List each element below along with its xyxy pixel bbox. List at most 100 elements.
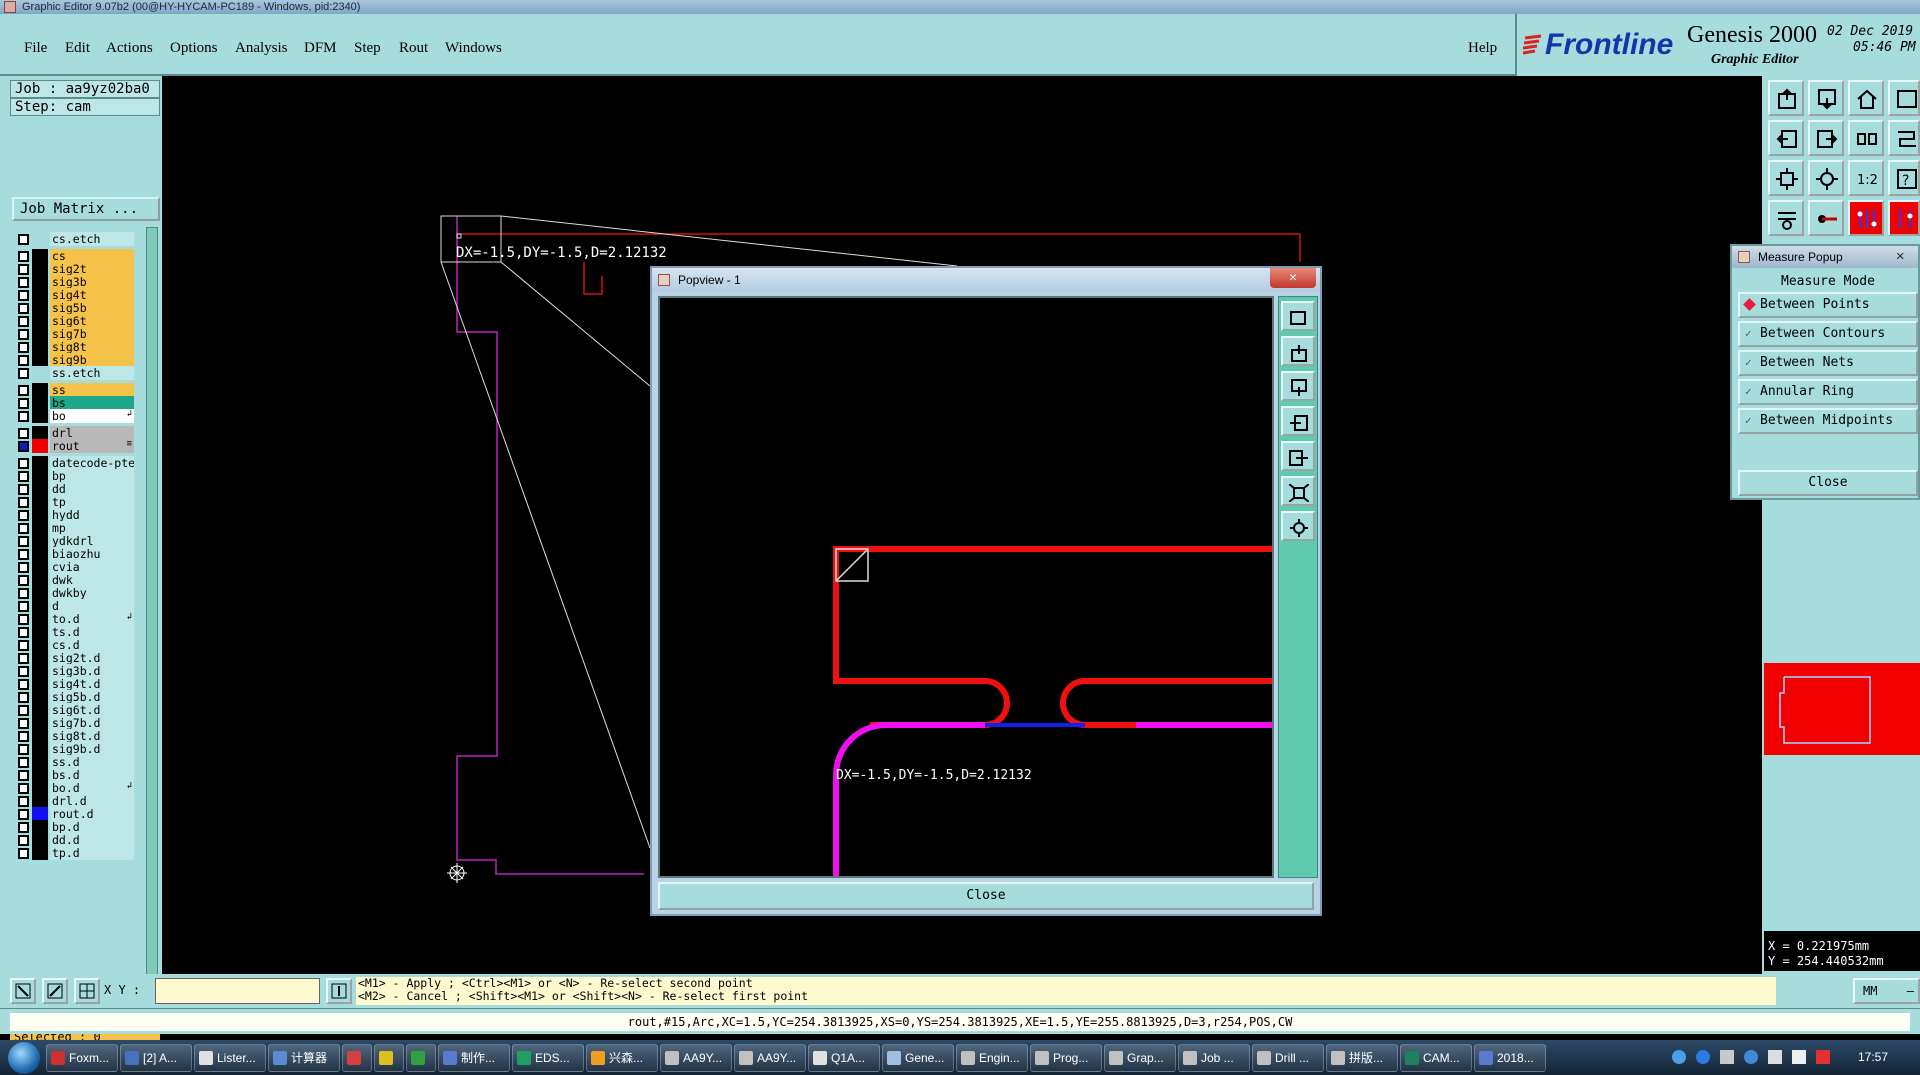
layer-row[interactable]: sig7b (14, 327, 134, 341)
menu-edit[interactable]: Edit (65, 40, 90, 57)
layer-checkbox[interactable] (18, 497, 29, 508)
layer-checkbox[interactable] (18, 653, 29, 664)
layer-checkbox[interactable] (18, 562, 29, 573)
layer-checkbox[interactable] (18, 368, 29, 379)
taskbar-button[interactable]: Engin... (956, 1044, 1028, 1072)
layer-checkbox[interactable] (18, 510, 29, 521)
taskbar-button[interactable]: Drill ... (1252, 1044, 1324, 1072)
tray-icon[interactable] (1720, 1050, 1734, 1064)
layer-row[interactable]: ts.d (14, 625, 134, 639)
menu-step[interactable]: Step (354, 40, 381, 57)
layer-row[interactable]: sig4t (14, 288, 134, 302)
layer-checkbox[interactable] (18, 575, 29, 586)
battery-icon[interactable] (1768, 1050, 1782, 1064)
layer-row[interactable]: sig6t.d (14, 703, 134, 717)
taskbar-button[interactable]: 兴森... (586, 1044, 658, 1072)
layer-checkbox[interactable] (18, 290, 29, 301)
taskbar-button[interactable]: 计算器 (268, 1044, 340, 1072)
grid-tool-button[interactable] (74, 978, 100, 1004)
layer-row[interactable]: drl (14, 426, 134, 440)
layer-row[interactable]: dd (14, 482, 134, 496)
layer-list-scrollbar[interactable] (146, 227, 158, 1024)
taskbar-button[interactable]: 2018... (1474, 1044, 1546, 1072)
layer-checkbox[interactable] (18, 601, 29, 612)
select-tool-button[interactable] (10, 978, 36, 1004)
layer-row[interactable]: bs (14, 396, 134, 410)
text-cursor-button[interactable] (326, 978, 352, 1004)
layer-checkbox[interactable] (18, 277, 29, 288)
popview-close-x-button[interactable]: ✕ (1270, 268, 1316, 288)
layer-row[interactable]: sig9b (14, 353, 134, 367)
layer-checkbox[interactable] (18, 666, 29, 677)
layer-row[interactable]: bp.d (14, 820, 134, 834)
taskbar-button[interactable] (342, 1044, 372, 1072)
layer-row[interactable]: sig4t.d (14, 677, 134, 691)
layer-row[interactable]: sig8t (14, 340, 134, 354)
taskbar-button[interactable]: Q1A... (808, 1044, 880, 1072)
pan-right-button[interactable] (1808, 120, 1844, 156)
layer-row[interactable]: dd.d (14, 833, 134, 847)
menu-windows[interactable]: Windows (445, 40, 502, 57)
layer-row[interactable]: tp.d (14, 846, 134, 860)
volume-icon[interactable] (1792, 1050, 1806, 1064)
fit-button[interactable] (1768, 160, 1804, 196)
taskbar-button[interactable] (406, 1044, 436, 1072)
taskbar-button[interactable]: CAM... (1400, 1044, 1472, 1072)
layer-row[interactable]: ydkdrl (14, 534, 134, 548)
taskbar-button[interactable]: Gene... (882, 1044, 954, 1072)
draw-tool-button[interactable] (42, 978, 68, 1004)
help-button[interactable]: ? (1888, 160, 1920, 196)
popview-center-button[interactable] (1281, 511, 1315, 541)
overview-thumbnail[interactable] (1764, 663, 1920, 755)
layer-checkbox[interactable] (18, 731, 29, 742)
layer-checkbox[interactable] (18, 822, 29, 833)
layer-row[interactable]: datecode-pte (14, 456, 134, 470)
popview-pan-right-button[interactable] (1281, 441, 1315, 471)
menu-actions[interactable]: Actions (106, 40, 153, 57)
layer-checkbox[interactable] (18, 329, 29, 340)
measure-popup-title[interactable]: Measure Popup (1732, 246, 1918, 268)
layer-row[interactable]: rout ≡ (14, 439, 134, 453)
menu-analysis[interactable]: Analysis (235, 40, 288, 57)
layer-checkbox[interactable] (18, 679, 29, 690)
taskbar-button[interactable]: EDS... (512, 1044, 584, 1072)
layer-row[interactable]: dwkby (14, 586, 134, 600)
layer-row[interactable]: sig2t (14, 262, 134, 276)
layer-row[interactable]: bp (14, 469, 134, 483)
layer-checkbox[interactable] (18, 398, 29, 409)
layer-row[interactable]: cvia (14, 560, 134, 574)
layer-checkbox[interactable] (18, 848, 29, 859)
net-tool-button[interactable] (1848, 200, 1884, 236)
taskbar-button[interactable]: AA9Y... (734, 1044, 806, 1072)
input-method-icon[interactable] (1816, 1050, 1830, 1064)
layer-row[interactable]: ss.d (14, 755, 134, 769)
layer-checkbox[interactable] (18, 264, 29, 275)
measure-close-button[interactable]: Close (1738, 470, 1918, 496)
taskbar-button[interactable]: AA9Y... (660, 1044, 732, 1072)
menu-help[interactable]: Help (1468, 40, 1497, 57)
layer-checkbox[interactable] (18, 355, 29, 366)
layer-checkbox[interactable] (18, 588, 29, 599)
xy-input[interactable] (155, 978, 320, 1004)
layer-row[interactable]: d (14, 599, 134, 613)
layer-checkbox[interactable] (18, 523, 29, 534)
layer-checkbox[interactable] (18, 342, 29, 353)
close-icon[interactable]: ✕ (1896, 248, 1904, 264)
taskbar-button[interactable]: Grap... (1104, 1044, 1176, 1072)
layer-checkbox[interactable] (18, 385, 29, 396)
layer-row[interactable]: sig3b.d (14, 664, 134, 678)
layer-checkbox[interactable] (18, 316, 29, 327)
layer-checkbox[interactable] (18, 536, 29, 547)
layer-row[interactable]: dwk (14, 573, 134, 587)
measure-annular-ring[interactable]: ✓ Annular Ring (1738, 379, 1918, 405)
taskbar-button[interactable]: 制作... (438, 1044, 510, 1072)
popview-close-button[interactable]: Close (658, 882, 1314, 910)
layer-checkbox[interactable] (18, 549, 29, 560)
layer-checkbox[interactable] (18, 627, 29, 638)
layer-checkbox[interactable] (18, 809, 29, 820)
layer-checkbox[interactable] (18, 303, 29, 314)
zoom-out-button[interactable] (1808, 80, 1844, 116)
layer-checkbox[interactable] (18, 718, 29, 729)
layer-checkbox[interactable] (18, 770, 29, 781)
layer-checkbox[interactable] (18, 411, 29, 422)
